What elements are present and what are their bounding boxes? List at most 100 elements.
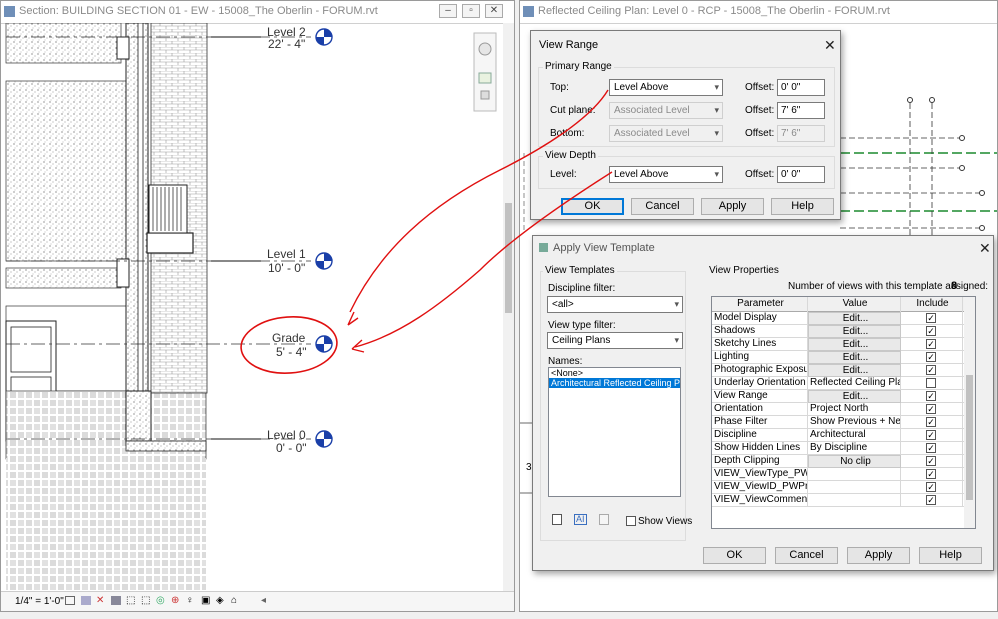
ok-button[interactable]: OK xyxy=(703,547,766,564)
highlight-icon[interactable]: ◈ xyxy=(216,595,224,606)
level-marker-level-2[interactable] xyxy=(315,28,333,46)
list-item[interactable]: <None> xyxy=(549,368,680,378)
rename-icon[interactable]: AI xyxy=(574,514,587,525)
include-checkbox[interactable]: ✓ xyxy=(926,430,936,440)
section-titlebar[interactable]: Section: BUILDING SECTION 01 - EW - 1500… xyxy=(1,1,514,24)
table-row[interactable]: VIEW_ViewComments_ ✓ xyxy=(712,494,965,507)
level-marker-grade[interactable] xyxy=(315,335,333,353)
detail-level-icon[interactable] xyxy=(65,596,75,605)
table-row[interactable]: Underlay Orientation Reflected Ceiling Pl… xyxy=(712,377,965,390)
scroll-left-icon[interactable]: ◂ xyxy=(261,595,266,606)
table-row[interactable]: View Range Edit... ✓ xyxy=(712,390,965,403)
shadows-icon[interactable] xyxy=(111,596,121,605)
ok-button[interactable]: OK xyxy=(561,198,624,215)
edit-button[interactable]: Edit... xyxy=(808,364,901,377)
table-row[interactable]: VIEW_ViewID_PWProj ✓ xyxy=(712,481,965,494)
view-type-filter-select[interactable]: Ceiling Plans ▾ xyxy=(547,332,683,349)
include-checkbox[interactable]: ✓ xyxy=(926,339,936,349)
column-header-parameter[interactable]: Parameter xyxy=(712,297,808,312)
view-properties-table[interactable]: Parameter Value Include Model Display Edi… xyxy=(711,296,976,529)
value-cell[interactable]: By Discipline xyxy=(808,442,901,455)
delete-icon[interactable] xyxy=(599,514,609,525)
view-scale[interactable]: 1/4" = 1'-0" xyxy=(15,596,64,607)
table-row[interactable]: Shadows Edit... ✓ xyxy=(712,325,965,338)
section-drawing[interactable] xyxy=(1,23,514,591)
help-button[interactable]: Help xyxy=(919,547,982,564)
sun-path-icon[interactable]: ✕ xyxy=(96,595,104,606)
table-row[interactable]: Model Display Edit... ✓ xyxy=(712,312,965,325)
apply-view-template-dialog[interactable]: Apply View Template ✕ View Templates Dis… xyxy=(532,235,994,571)
top-select[interactable]: Level Above ▾ xyxy=(609,79,723,96)
value-cell[interactable]: Show Previous + Ne xyxy=(808,416,901,429)
cut-offset-field[interactable]: 7' 6" xyxy=(777,102,825,119)
level-marker-level-0[interactable] xyxy=(315,430,333,448)
table-row[interactable]: Lighting Edit... ✓ xyxy=(712,351,965,364)
lock-3d-icon[interactable]: ♀ xyxy=(186,595,194,606)
top-offset-field[interactable]: 0' 0" xyxy=(777,79,825,96)
value-cell[interactable] xyxy=(808,494,901,507)
edit-button[interactable]: Edit... xyxy=(808,351,901,364)
edit-button[interactable]: Edit... xyxy=(808,390,901,403)
apply-button[interactable]: Apply xyxy=(847,547,910,564)
include-checkbox[interactable]: ✓ xyxy=(926,456,936,466)
edit-button[interactable]: Edit... xyxy=(808,338,901,351)
list-item-selected[interactable]: Architectural Reflected Ceiling Plan xyxy=(549,378,680,388)
include-checkbox[interactable]: ✓ xyxy=(926,469,936,479)
rcp-titlebar[interactable]: Reflected Ceiling Plan: Level 0 - RCP - … xyxy=(520,1,997,24)
value-cell[interactable]: Reflected Ceiling Pla xyxy=(808,377,901,390)
include-checkbox[interactable]: ✓ xyxy=(926,404,936,414)
help-button[interactable]: Help xyxy=(771,198,834,215)
include-checkbox[interactable]: ✓ xyxy=(926,482,936,492)
workset-icon[interactable]: ▣ xyxy=(201,595,210,606)
visual-style-icon[interactable] xyxy=(81,596,91,605)
bottom-select[interactable]: Associated Level ▾ xyxy=(609,125,723,142)
apply-button[interactable]: Apply xyxy=(701,198,764,215)
cut-plane-select[interactable]: Associated Level ▾ xyxy=(609,102,723,119)
level-marker-level-1[interactable] xyxy=(315,252,333,270)
close-icon[interactable]: ✕ xyxy=(824,37,836,54)
table-row[interactable]: VIEW_ViewType_PWProj ✓ xyxy=(712,468,965,481)
include-checkbox[interactable]: ✓ xyxy=(926,352,936,362)
column-header-value[interactable]: Value xyxy=(808,297,901,312)
bottom-offset-field[interactable]: 7' 6" xyxy=(777,125,825,142)
table-row[interactable]: Sketchy Lines Edit... ✓ xyxy=(712,338,965,351)
table-row[interactable]: Phase Filter Show Previous + Ne ✓ xyxy=(712,416,965,429)
crop-icon[interactable]: ⬚ xyxy=(126,595,135,606)
include-checkbox[interactable]: ✓ xyxy=(926,313,936,323)
names-list[interactable]: <None> Architectural Reflected Ceiling P… xyxy=(548,367,681,497)
scrollbar-thumb[interactable] xyxy=(966,375,973,500)
edit-button[interactable]: No clip xyxy=(808,455,901,468)
level-offset-field[interactable]: 0' 0" xyxy=(777,166,825,183)
reveal-hidden-icon[interactable]: ⊕ xyxy=(171,595,179,606)
view-range-dialog[interactable]: View Range ✕ Primary Range Top: Level Ab… xyxy=(530,30,841,220)
include-checkbox[interactable]: ✓ xyxy=(926,391,936,401)
duplicate-icon[interactable] xyxy=(552,514,562,525)
view-depth-level-select[interactable]: Level Above ▾ xyxy=(609,166,723,183)
include-checkbox[interactable]: ✓ xyxy=(926,326,936,336)
minimize-icon[interactable]: – xyxy=(439,4,457,18)
table-row[interactable]: Discipline Architectural ✓ xyxy=(712,429,965,442)
show-views-checkbox[interactable] xyxy=(626,516,636,526)
cancel-button[interactable]: Cancel xyxy=(631,198,694,215)
edit-button[interactable]: Edit... xyxy=(808,325,901,338)
include-checkbox[interactable]: ✓ xyxy=(926,417,936,427)
table-row[interactable]: Depth Clipping No clip ✓ xyxy=(712,455,965,468)
close-icon[interactable]: ✕ xyxy=(979,240,991,257)
column-header-include[interactable]: Include xyxy=(901,297,963,312)
discipline-filter-select[interactable]: <all> ▾ xyxy=(547,296,683,313)
show-crop-icon[interactable]: ⬚ xyxy=(141,595,150,606)
include-checkbox[interactable]: ✓ xyxy=(926,495,936,505)
vertical-scrollbar[interactable] xyxy=(964,297,975,528)
constraints-icon[interactable]: ⌂ xyxy=(231,595,237,606)
section-view-window[interactable]: Section: BUILDING SECTION 01 - EW - 1500… xyxy=(0,0,515,612)
edit-button[interactable]: Edit... xyxy=(808,312,901,325)
value-cell[interactable]: Architectural xyxy=(808,429,901,442)
value-cell[interactable] xyxy=(808,481,901,494)
table-row[interactable]: Photographic Exposure Edit... ✓ xyxy=(712,364,965,377)
table-row[interactable]: Orientation Project North ✓ xyxy=(712,403,965,416)
value-cell[interactable]: Project North xyxy=(808,403,901,416)
temporary-hide-icon[interactable]: ◎ xyxy=(156,595,165,606)
include-checkbox[interactable]: ✓ xyxy=(926,365,936,375)
table-row[interactable]: Show Hidden Lines By Discipline ✓ xyxy=(712,442,965,455)
close-icon[interactable]: ✕ xyxy=(485,4,503,18)
